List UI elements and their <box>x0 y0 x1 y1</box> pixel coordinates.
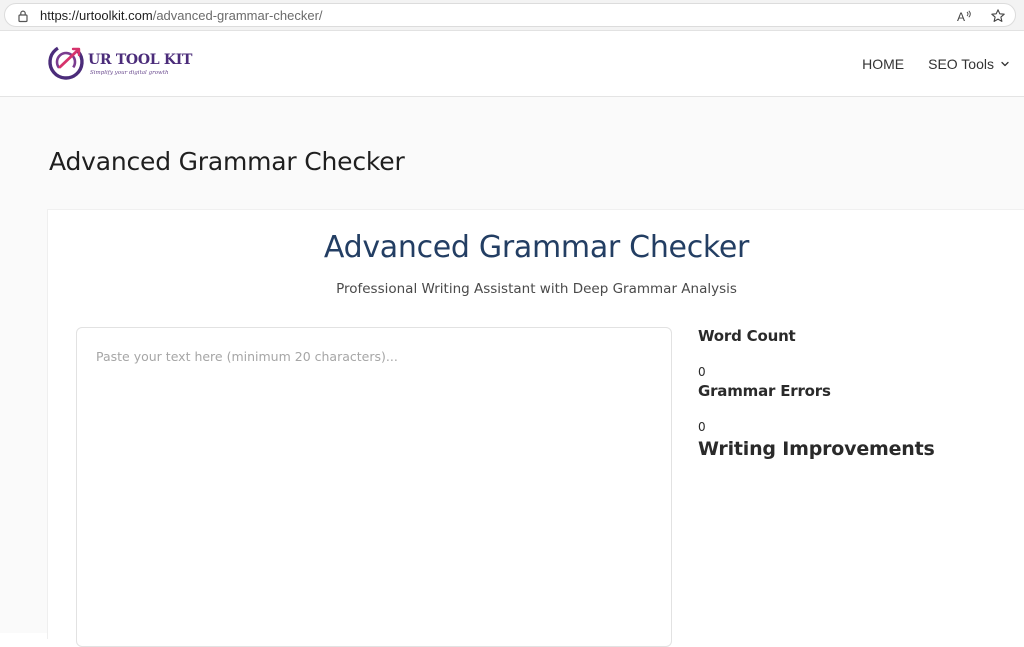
lock-icon[interactable] <box>16 9 30 23</box>
word-count-value: 0 <box>698 365 706 379</box>
url-bar[interactable]: https://urtoolkit.com/advanced-grammar-c… <box>4 3 1016 27</box>
nav-seo-tools[interactable]: SEO Tools <box>928 56 1010 72</box>
read-aloud-icon[interactable]: A <box>956 8 972 24</box>
browser-address-bar: https://urtoolkit.com/advanced-grammar-c… <box>0 0 1024 31</box>
site-header: UR TOOL KIT Simplify your digital growth… <box>0 31 1024 97</box>
url-text[interactable]: https://urtoolkit.com/advanced-grammar-c… <box>40 8 323 23</box>
logo-mark-icon <box>48 44 84 80</box>
logo-wordmark: UR TOOL KIT <box>88 52 193 68</box>
page-title: Advanced Grammar Checker <box>49 147 405 176</box>
tool-title: Advanced Grammar Checker <box>323 230 750 265</box>
grammar-checker-card: Advanced Grammar Checker Professional Wr… <box>47 209 1024 647</box>
url-path: /advanced-grammar-checker/ <box>152 8 323 23</box>
grammar-errors-value: 0 <box>698 420 706 434</box>
chevron-down-icon <box>1001 61 1009 67</box>
nav-home[interactable]: HOME <box>862 56 904 72</box>
favorite-star-icon[interactable] <box>990 8 1006 24</box>
nav-home-label: HOME <box>862 56 905 72</box>
site-logo[interactable]: UR TOOL KIT Simplify your digital growth <box>47 42 192 86</box>
tool-subtitle: Professional Writing Assistant with Deep… <box>336 281 737 297</box>
grammar-errors-label: Grammar Errors <box>698 382 831 400</box>
word-count-label: Word Count <box>698 327 796 345</box>
logo-tagline: Simplify your digital growth <box>90 70 169 76</box>
text-input[interactable] <box>76 327 672 647</box>
nav-seo-tools-label: SEO Tools <box>928 56 994 72</box>
url-host: https://urtoolkit.com <box>40 8 153 23</box>
writing-improvements-heading: Writing Improvements <box>698 438 935 460</box>
svg-text:A: A <box>957 10 965 24</box>
page-content: Advanced Grammar Checker Advanced Gramma… <box>0 97 1024 647</box>
main-nav: HOME SEO Tools <box>862 31 1010 97</box>
